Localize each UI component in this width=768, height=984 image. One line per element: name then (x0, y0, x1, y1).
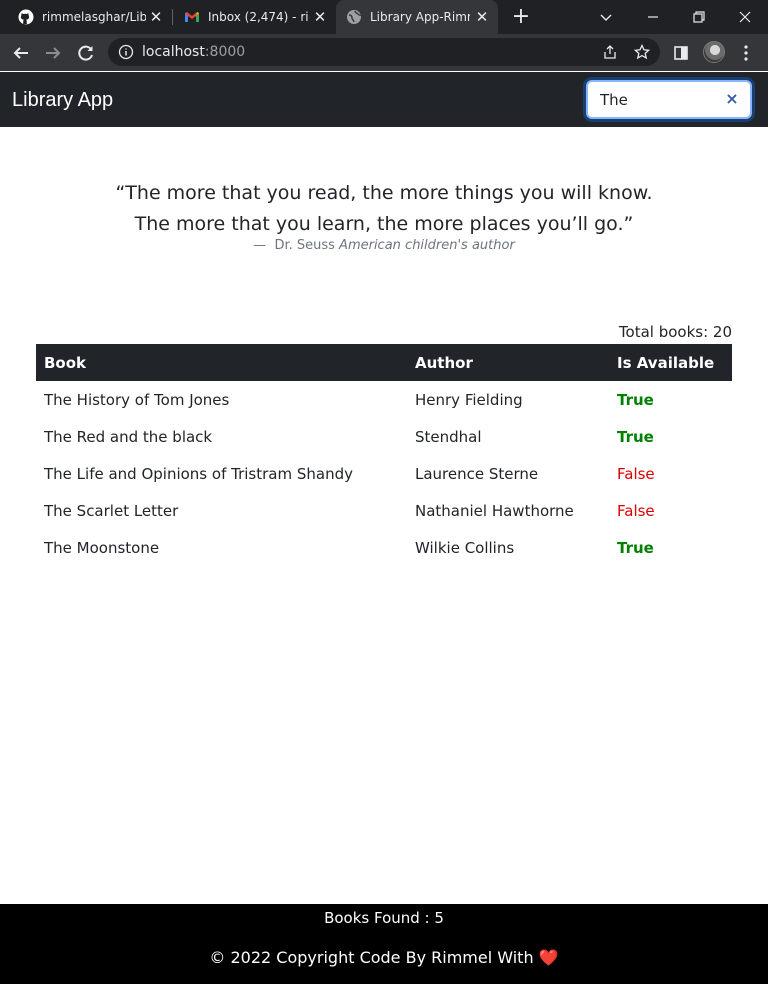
tab-title: rimmelasghar/Libra (42, 10, 146, 24)
table-row: The Scarlet Letter Nathaniel Hawthorne F… (36, 492, 732, 529)
close-tab-icon[interactable]: ✕ (312, 9, 328, 25)
total-books: Total books: 20 (618, 323, 732, 341)
books-table: Book Author Is Available The History of … (36, 344, 732, 566)
book-title: The Life and Opinions of Tristram Shandy (44, 464, 353, 483)
search-box[interactable]: × (586, 80, 752, 119)
book-author: Laurence Sterne (415, 464, 539, 483)
bookmark-star-icon[interactable] (634, 44, 650, 60)
url-host: localhost (142, 44, 205, 60)
copyright-text: © 2022 Copyright Code By Rimmel With (209, 948, 534, 967)
back-arrow-icon[interactable] (8, 40, 34, 66)
quote-line-1: “The more that you read, the more things… (115, 182, 653, 204)
site-info-icon[interactable] (118, 44, 134, 60)
tab-search-chevron-icon[interactable] (593, 4, 619, 30)
table-row: The History of Tom Jones Henry Fielding … (36, 381, 732, 418)
table-row: The Moonstone Wilkie Collins True (36, 529, 732, 566)
forward-arrow-icon[interactable] (40, 40, 66, 66)
gmail-icon (185, 12, 199, 22)
address-bar[interactable]: localhost:8000 (108, 38, 660, 66)
book-author: Henry Fielding (415, 390, 523, 409)
close-tab-icon[interactable]: ✕ (148, 9, 164, 25)
book-title: The Red and the black (44, 427, 213, 446)
clear-search-icon[interactable]: × (724, 91, 740, 107)
quote-author: Dr. Seuss (274, 238, 335, 253)
availability-status: True (617, 390, 654, 409)
heart-icon: ❤️ (538, 948, 559, 967)
availability-status: True (617, 427, 654, 446)
restore-icon[interactable] (686, 4, 712, 30)
table-header-row: Book Author Is Available (36, 344, 732, 381)
tab-github[interactable]: rimmelasghar/Libra ✕ (8, 0, 168, 34)
share-icon[interactable] (602, 44, 618, 60)
header-author: Author (407, 344, 609, 381)
citation-dash: — (253, 238, 267, 253)
header-available: Is Available (609, 344, 732, 381)
kebab-menu-icon[interactable] (733, 40, 759, 66)
book-title: The Moonstone (44, 538, 160, 557)
page-footer: Books Found : 5 © 2022 Copyright Code By… (0, 904, 768, 984)
minimize-icon[interactable] (640, 4, 666, 30)
header-book: Book (36, 344, 407, 381)
availability-status: False (617, 464, 655, 483)
book-author: Nathaniel Hawthorne (415, 501, 574, 520)
close-window-icon[interactable] (732, 4, 758, 30)
availability-status: False (617, 501, 655, 520)
search-input[interactable] (600, 90, 720, 110)
copyright: © 2022 Copyright Code By Rimmel With ❤️ (0, 948, 768, 967)
app-navbar: Library App × (0, 72, 768, 127)
availability-status: True (617, 538, 654, 557)
profile-avatar[interactable] (703, 41, 725, 63)
globe-icon (347, 10, 362, 24)
quote-source: American children's author (339, 238, 515, 253)
books-found: Books Found : 5 (324, 909, 444, 927)
quote-block: “The more that you read, the more things… (0, 178, 768, 240)
book-title: The History of Tom Jones (44, 390, 230, 409)
tab-divider (172, 9, 173, 25)
quote-line-2: The more that you learn, the more places… (134, 213, 634, 235)
book-author: Wilkie Collins (415, 538, 515, 557)
url-port: :8000 (204, 44, 246, 60)
new-tab-icon[interactable]: + (509, 5, 533, 29)
book-author: Stendhal (415, 427, 482, 446)
quote-citation: — Dr. Seuss American children's author (0, 238, 768, 253)
tab-title: Library App-Rimm (370, 10, 470, 24)
tab-library-app[interactable]: Library App-Rimm ✕ (336, 0, 498, 34)
app-brand[interactable]: Library App (12, 89, 113, 112)
tab-title: Inbox (2,474) - rim (208, 10, 308, 24)
url-text: localhost:8000 (142, 44, 245, 60)
browser-toolbar: localhost:8000 (0, 34, 768, 71)
table-row: The Red and the black Stendhal True (36, 418, 732, 455)
github-icon (18, 9, 34, 25)
side-panel-icon[interactable] (668, 40, 694, 66)
browser-tab-strip: rimmelasghar/Libra ✕ Inbox (2,474) - rim… (0, 0, 768, 34)
close-tab-icon[interactable]: ✕ (474, 9, 490, 25)
book-title: The Scarlet Letter (44, 501, 179, 520)
table-row: The Life and Opinions of Tristram Shandy… (36, 455, 732, 492)
tab-gmail[interactable]: Inbox (2,474) - rim ✕ (174, 0, 334, 34)
reload-icon[interactable] (73, 40, 99, 66)
